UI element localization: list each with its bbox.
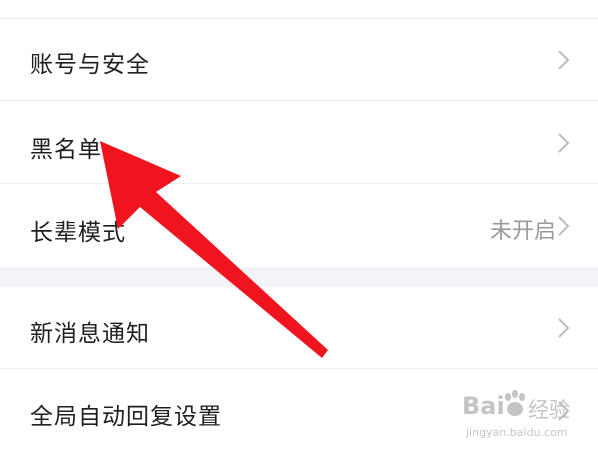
settings-row-blacklist[interactable]: 黑名单 [0,101,598,184]
chevron-right-icon [558,318,570,338]
watermark-brand: Bai [462,392,505,420]
account-security-label: 账号与安全 [30,52,150,78]
new-message-notification-label: 新消息通知 [30,321,150,347]
section-gap [0,267,598,287]
chevron-right-icon [558,50,570,70]
settings-screen: 账号与安全 黑名单 长辈模式 未开启 新消息通知 全局自动回复设置 Bai 经验… [0,0,598,454]
watermark-url: jingyan.baidu.com [466,426,568,439]
settings-row-new-message-notification[interactable]: 新消息通知 [0,287,598,369]
blacklist-label: 黑名单 [30,137,102,163]
top-strip [0,0,598,18]
watermark-logo-text: 经验 [528,398,570,422]
chevron-right-icon [558,216,570,236]
elder-mode-label: 长辈模式 [30,220,126,246]
chevron-right-icon [558,133,570,153]
baidu-jingyan-watermark: Bai 经验 jingyan.baidu.com [462,390,582,446]
global-auto-reply-label: 全局自动回复设置 [30,404,222,430]
settings-row-elder-mode[interactable]: 长辈模式 未开启 [0,184,598,267]
paw-logo-icon [505,390,525,416]
settings-row-account-security[interactable]: 账号与安全 [0,19,598,101]
elder-mode-status: 未开启 [489,219,556,244]
